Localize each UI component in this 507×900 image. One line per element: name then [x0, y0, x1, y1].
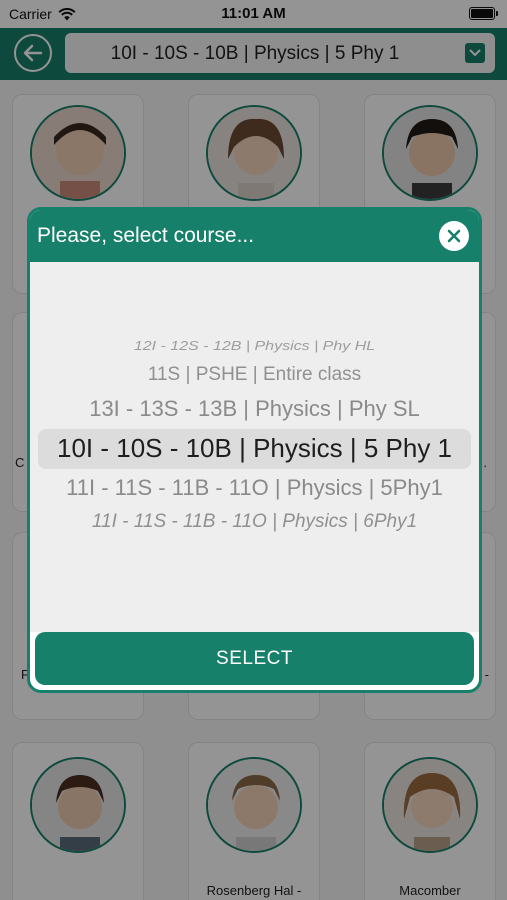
- picker-option-selected[interactable]: 10I - 10S - 10B | Physics | 5 Phy 1: [30, 433, 479, 464]
- select-button[interactable]: SELECT: [35, 632, 474, 685]
- course-picker-wheel[interactable]: 12I - 12S - 12B | Physics | Phy HL 11S |…: [30, 262, 479, 632]
- course-picker-modal: Please, select course... 12I - 12S - 12B…: [27, 207, 482, 693]
- modal-title: Please, select course...: [37, 224, 255, 247]
- picker-option[interactable]: 11S | PSHE | Entire class: [30, 364, 479, 386]
- close-icon: [447, 229, 461, 243]
- picker-option[interactable]: 11I - 11S - 11B - 11O | Physics | 6Phy1: [30, 511, 479, 533]
- close-button[interactable]: [439, 221, 469, 251]
- picker-option[interactable]: 12I - 12S - 12B | Physics | Phy HL: [30, 340, 479, 354]
- picker-option[interactable]: 11I - 11S - 11B - 11O | Physics | 5Phy1: [30, 475, 479, 501]
- modal-header: Please, select course...: [30, 210, 479, 262]
- picker-option[interactable]: 13I - 13S - 13B | Physics | Phy SL: [30, 396, 479, 422]
